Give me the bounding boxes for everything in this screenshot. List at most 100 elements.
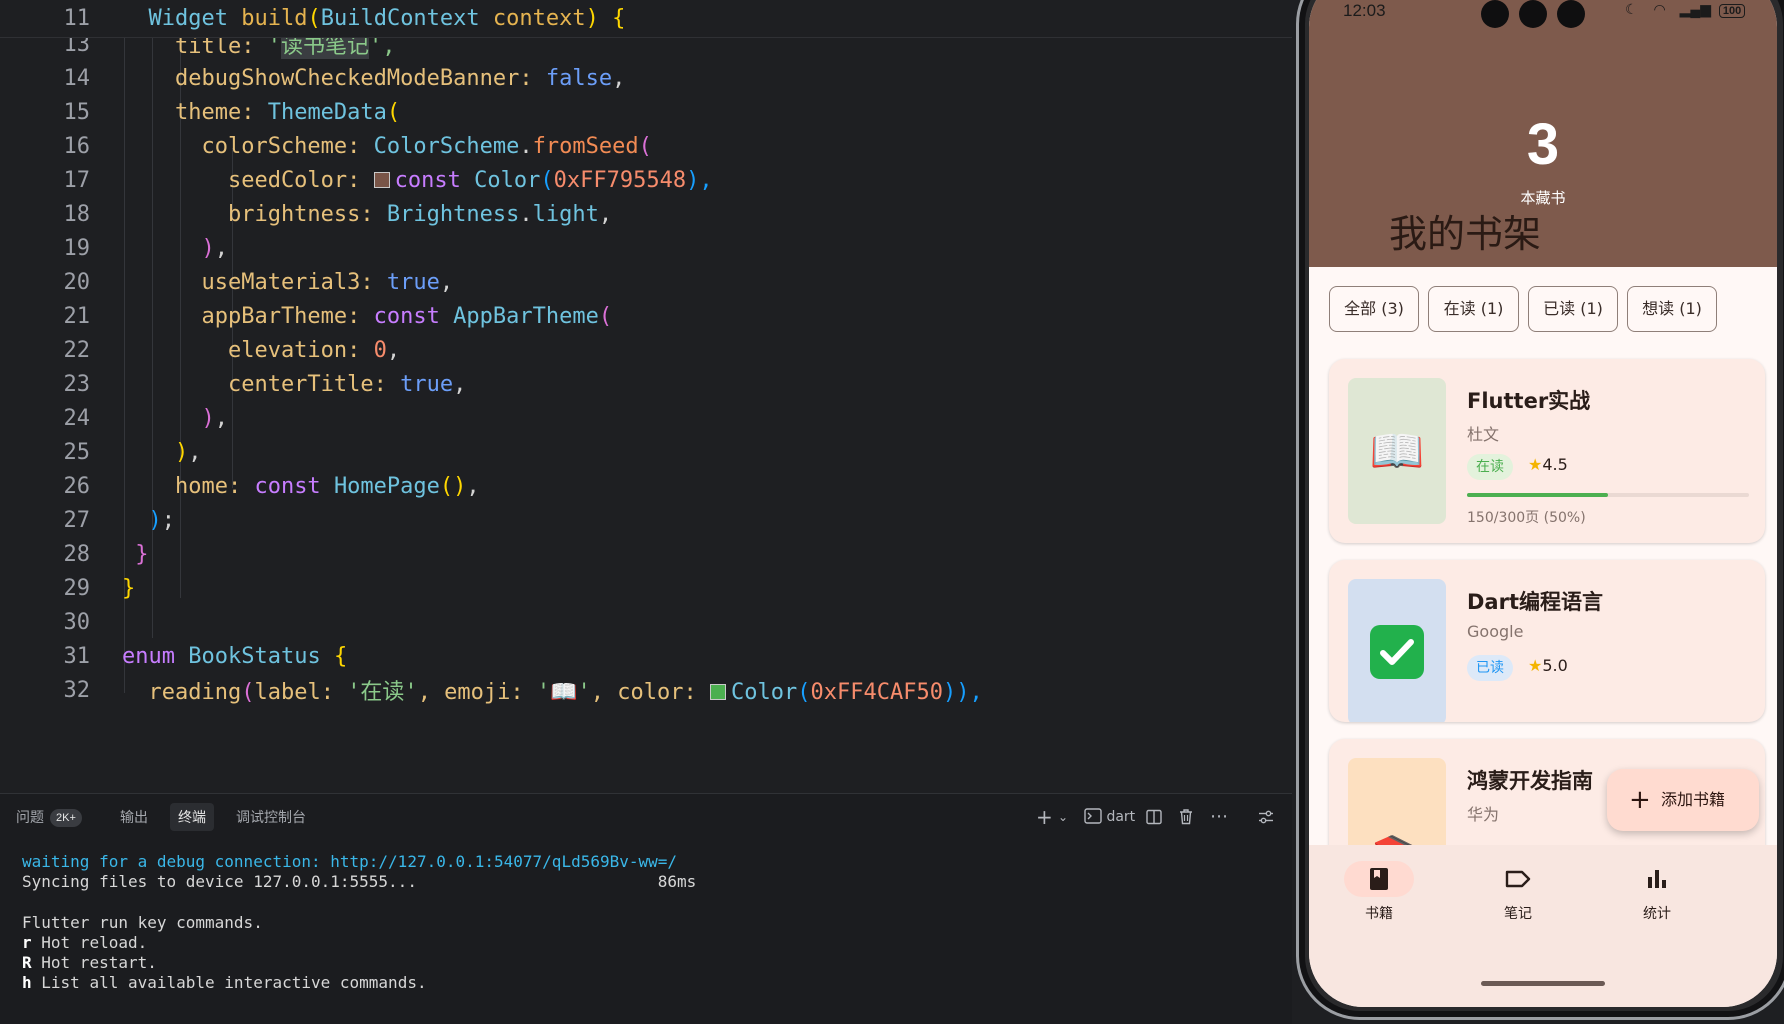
- terminal-instance[interactable]: dart: [1084, 804, 1135, 830]
- nav-item-notes[interactable]: 笔记: [1458, 861, 1578, 923]
- code-token: ,: [612, 65, 626, 91]
- code-token: ) {: [585, 6, 626, 31]
- code-token: ,: [439, 269, 454, 295]
- code-text[interactable]: }: [122, 576, 135, 601]
- code-token: (: [540, 167, 554, 193]
- more-actions-icon[interactable]: ⋯: [1210, 804, 1229, 830]
- code-line[interactable]: 26 home: const HomePage(),: [0, 468, 1292, 504]
- tab-terminal[interactable]: 终端: [170, 803, 214, 831]
- line-number: 22: [63, 337, 91, 363]
- camera-cutout-icon: [1481, 0, 1509, 28]
- code-line[interactable]: 23 centerTitle: true,: [0, 366, 1292, 402]
- code-token: (: [638, 133, 652, 159]
- code-line[interactable]: 17 seedColor: const Color(0xFF795548),: [0, 162, 1292, 198]
- code-text[interactable]: ),: [122, 236, 228, 261]
- code-line[interactable]: 18 brightness: Brightness.light,: [0, 196, 1292, 232]
- code-text[interactable]: brightness: Brightness.light,: [122, 202, 612, 227]
- code-line[interactable]: 29}: [0, 570, 1292, 606]
- code-token: BookStatus: [188, 643, 334, 669]
- split-terminal-icon[interactable]: [1146, 804, 1162, 830]
- panel-settings-icon[interactable]: [1258, 804, 1274, 830]
- code-token: ): [201, 405, 215, 431]
- code-line[interactable]: 27 );: [0, 502, 1292, 538]
- code-token: 0xFF4CAF50: [810, 680, 943, 705]
- filter-chip-finished[interactable]: 已读 (1): [1528, 286, 1618, 332]
- code-text[interactable]: elevation: 0,: [122, 338, 400, 363]
- reading-progress-fill: [1467, 493, 1608, 497]
- book-card[interactable]: Dart编程语言 Google 已读 ★5.0: [1329, 560, 1765, 722]
- code-line[interactable]: 25 ),: [0, 434, 1292, 470]
- nav-item-books[interactable]: 书籍: [1319, 861, 1439, 923]
- code-text[interactable]: colorScheme: ColorScheme.fromSeed(: [122, 133, 652, 159]
- code-token: ,: [386, 337, 401, 363]
- book-card[interactable]: 📖 Flutter实战 杜文 在读 ★4.5 150/300页 (50%): [1329, 359, 1765, 543]
- code-line[interactable]: 24 ),: [0, 400, 1292, 436]
- camera-cutout-icon: [1557, 0, 1585, 28]
- line-number: 24: [63, 405, 91, 431]
- nav-indicator: [1622, 861, 1692, 897]
- status-icons: ☾ ◠ ▂▄▆ 100: [1625, 1, 1746, 18]
- gesture-home-bar[interactable]: [1481, 981, 1605, 986]
- book-title: Flutter实战: [1467, 389, 1591, 413]
- code-line[interactable]: 16 colorScheme: ColorScheme.fromSeed(: [0, 128, 1292, 164]
- code-text[interactable]: seedColor: const Color(0xFF795548),: [122, 168, 713, 193]
- rating-value: 4.5: [1542, 455, 1568, 474]
- line-number: 15: [63, 99, 91, 125]
- code-token: centerTitle:: [122, 371, 401, 397]
- code-text[interactable]: debugShowCheckedModeBanner: false,: [122, 66, 625, 91]
- code-text[interactable]: }: [122, 542, 148, 567]
- book-count: 3: [1526, 112, 1560, 177]
- terminal-line: Flutter run key commands.: [22, 912, 263, 932]
- code-token: AppBarTheme: [453, 303, 599, 329]
- app-bar-header: 12:03 ☾ ◠ ▂▄▆ 100 3 本藏书 我的书架: [1309, 0, 1777, 267]
- code-line[interactable]: 14 debugShowCheckedModeBanner: false,: [0, 60, 1292, 96]
- code-line[interactable]: 22 elevation: 0,: [0, 332, 1292, 368]
- code-line[interactable]: 32 reading(label: '在读', emoji: '📖', colo…: [0, 672, 1292, 708]
- code-editor[interactable]: 11 Widget build(BuildContext context) { …: [0, 0, 1292, 793]
- color-swatch[interactable]: [710, 684, 727, 700]
- filter-chip-want[interactable]: 想读 (1): [1627, 286, 1717, 332]
- code-text[interactable]: reading(label: '在读', emoji: '📖', color: …: [122, 674, 982, 706]
- command-description: Hot restart.: [31, 953, 157, 972]
- code-token: const: [394, 167, 475, 193]
- code-text[interactable]: enum BookStatus {: [122, 644, 347, 669]
- code-text[interactable]: ),: [122, 440, 202, 465]
- code-line[interactable]: 20 useMaterial3: true,: [0, 264, 1292, 300]
- code-text[interactable]: useMaterial3: true,: [122, 270, 453, 295]
- code-line[interactable]: 30: [0, 604, 1292, 640]
- phone-screen[interactable]: 12:03 ☾ ◠ ▂▄▆ 100 3 本藏书 我的书架 全部 (3) 在读 (…: [1309, 0, 1777, 1007]
- nav-item-stats[interactable]: 统计: [1597, 861, 1717, 923]
- terminal-dropdown-chevron-icon[interactable]: ⌄: [1058, 804, 1068, 830]
- code-line[interactable]: 21 appBarTheme: const AppBarTheme(: [0, 298, 1292, 334]
- code-text[interactable]: Widget build(BuildContext context) {: [122, 6, 626, 31]
- code-text[interactable]: ),: [122, 406, 228, 431]
- code-line[interactable]: 31 enum BookStatus {: [0, 638, 1292, 674]
- tab-output[interactable]: 输出: [112, 803, 156, 831]
- phone-emulator-frame: 12:03 ☾ ◠ ▂▄▆ 100 3 本藏书 我的书架 全部 (3) 在读 (…: [1296, 0, 1784, 1020]
- line-number: 31: [63, 643, 91, 669]
- code-text[interactable]: home: const HomePage(),: [122, 474, 480, 499]
- bar-chart-icon: [1648, 870, 1666, 888]
- sticky-scroll-line[interactable]: 11 Widget build(BuildContext context) {: [0, 0, 1292, 38]
- terminal-line: waiting for a debug connection: http://1…: [22, 852, 678, 871]
- code-text[interactable]: centerTitle: true,: [122, 372, 466, 397]
- code-line[interactable]: 28 }: [0, 536, 1292, 572]
- code-text[interactable]: appBarTheme: const AppBarTheme(: [122, 304, 612, 329]
- filter-chip-reading[interactable]: 在读 (1): [1428, 286, 1519, 332]
- code-token: Widget: [148, 6, 228, 31]
- code-text[interactable]: );: [122, 508, 176, 533]
- code-line[interactable]: 19 ),: [0, 230, 1292, 266]
- trash-icon[interactable]: [1178, 804, 1194, 830]
- add-book-button[interactable]: + 添加书籍: [1607, 769, 1759, 831]
- new-terminal-plus-icon[interactable]: +: [1036, 804, 1053, 830]
- reading-progress-text: 150/300页 (50%): [1467, 510, 1586, 526]
- code-line[interactable]: 15 theme: ThemeData(: [0, 94, 1292, 130]
- color-swatch[interactable]: [373, 171, 390, 188]
- filter-chip-all[interactable]: 全部 (3): [1329, 286, 1419, 332]
- tab-debug-console[interactable]: 调试控制台: [228, 803, 314, 831]
- tab-problems[interactable]: 问题 2K+: [8, 803, 90, 831]
- code-text[interactable]: theme: ThemeData(: [122, 100, 400, 125]
